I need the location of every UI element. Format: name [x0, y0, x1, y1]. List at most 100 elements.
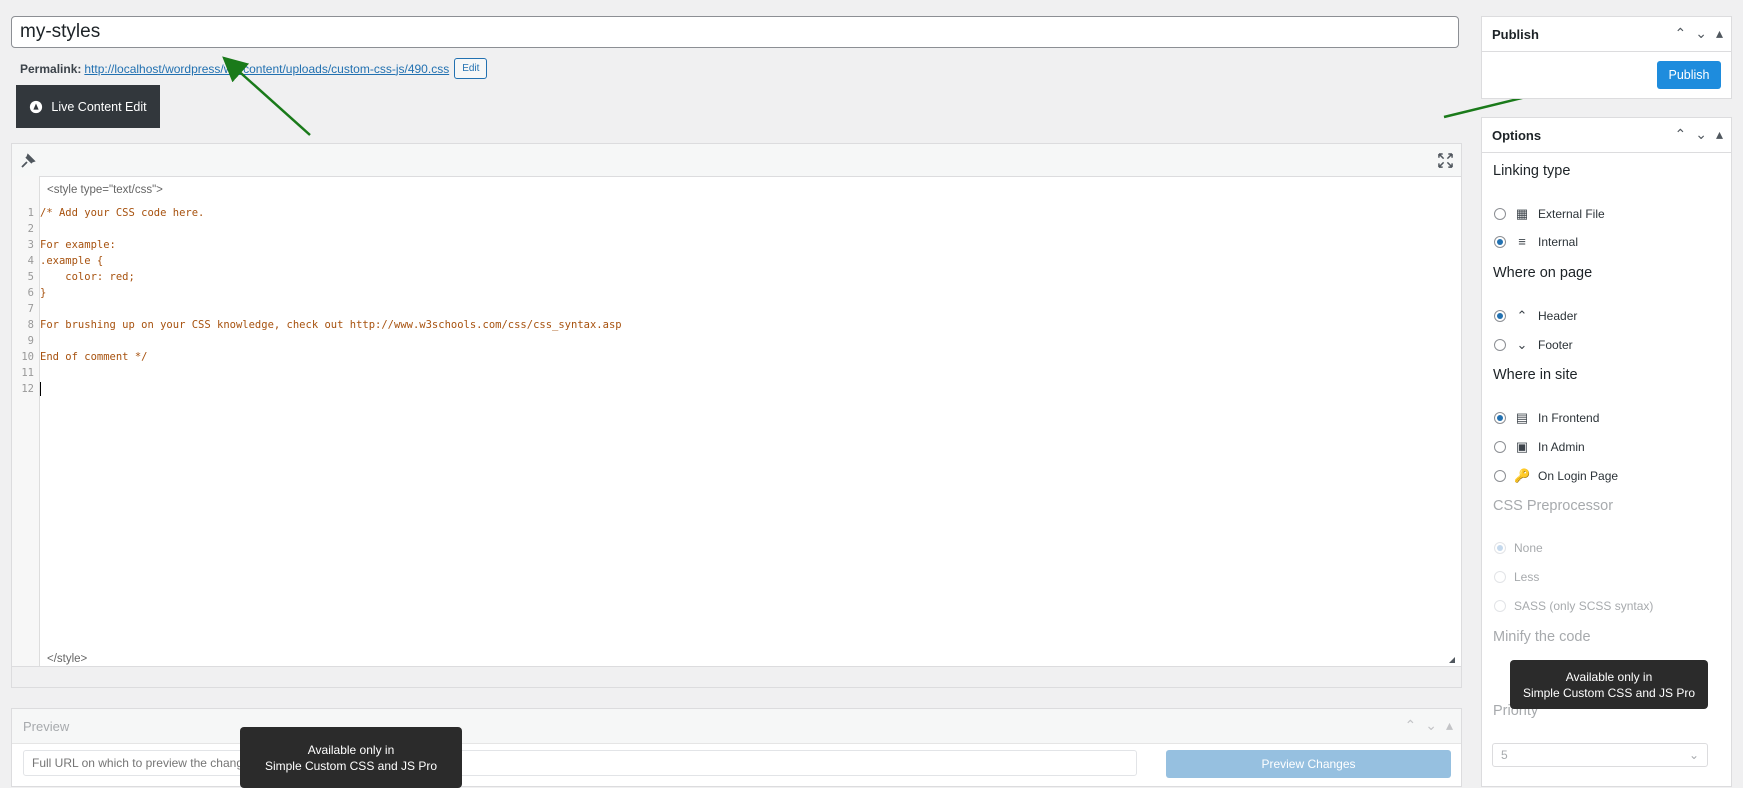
publish-header: Publish ⌃ ⌄ ▴ [1482, 17, 1731, 52]
radio-button[interactable] [1494, 441, 1506, 453]
pro-tooltip-preview: Available only in Simple Custom CSS and … [240, 727, 462, 788]
move-down-icon[interactable]: ⌄ [1695, 25, 1707, 42]
line-number: 7 [27, 303, 34, 315]
code-text: End of comment */ [40, 351, 148, 363]
code-line[interactable]: 8 For brushing up on your CSS knowledge, … [12, 317, 622, 333]
priority-select: 5 ⌄ [1492, 743, 1708, 767]
radio-button[interactable] [1494, 208, 1506, 220]
code-line[interactable]: 12 [12, 381, 41, 397]
move-up-icon[interactable]: ⌃ [1405, 717, 1417, 734]
radio-label: In Admin [1538, 440, 1585, 454]
line-number: 1 [27, 207, 34, 219]
radio-label: In Frontend [1538, 411, 1600, 425]
radio-on-login-page[interactable]: 🔑 On Login Page [1494, 468, 1618, 484]
radio-label: SASS (only SCSS syntax) [1514, 599, 1654, 613]
line-number: 2 [27, 223, 34, 235]
align-left-icon: ≡ [1518, 234, 1526, 249]
css-preprocessor-heading: CSS Preprocessor [1493, 498, 1614, 514]
editor-toolbar [12, 144, 1461, 177]
style-open-tag: <style type="text/css"> [47, 184, 163, 196]
line-number: 12 [21, 383, 34, 395]
priority-value: 5 [1501, 748, 1508, 762]
radio-in-frontend[interactable]: ▤ In Frontend [1494, 410, 1599, 426]
publish-title: Publish [1492, 27, 1539, 42]
line-number: 10 [21, 351, 34, 363]
code-line[interactable]: 4 .example { [12, 253, 104, 269]
radio-button[interactable] [1494, 470, 1506, 482]
layout-icon: ▤ [1515, 410, 1529, 425]
preview-changes-button[interactable]: Preview Changes [1166, 750, 1451, 778]
line-number: 9 [27, 335, 34, 347]
radio-footer[interactable]: ⌄ Footer [1494, 337, 1573, 353]
tooltip-line-1: Available only in [1565, 669, 1653, 684]
options-header: Options ⌃ ⌄ ▴ [1482, 118, 1731, 153]
radio-label: Internal [1538, 234, 1579, 249]
linking-type-heading: Linking type [1493, 163, 1571, 179]
code-area[interactable]: <style type="text/css"> 1 /* Add your CSS… [12, 176, 1461, 667]
radio-preprocessor-less: Less [1494, 570, 1539, 584]
move-down-icon[interactable]: ⌄ [1425, 717, 1437, 734]
code-line[interactable]: 3 For example: [12, 237, 116, 253]
line-number: 3 [27, 239, 34, 251]
radio-button [1494, 600, 1506, 612]
code-line[interactable]: 7 [12, 301, 40, 317]
radio-label: Footer [1538, 338, 1573, 352]
preview-header: Preview ⌃ ⌄ ▴ [12, 709, 1461, 744]
code-line[interactable]: 1 /* Add your CSS code here. [12, 205, 205, 221]
tooltip-line-2: Simple Custom CSS and JS Pro [1522, 685, 1696, 700]
collapse-icon[interactable]: ▴ [1446, 717, 1453, 734]
radio-internal[interactable]: ≡ Internal [1494, 234, 1578, 249]
options-controls: ⌃ ⌄ ▴ [1675, 126, 1724, 143]
code-line[interactable]: 11 [12, 365, 40, 381]
text-cursor [40, 382, 41, 396]
resize-handle-icon[interactable] [1449, 657, 1455, 663]
radio-external-file[interactable]: ▦ External File [1494, 206, 1605, 222]
line-number: 5 [27, 271, 34, 283]
radio-button[interactable] [1494, 310, 1506, 322]
code-line[interactable]: 5 color: red; [12, 269, 135, 285]
collapse-icon[interactable]: ▴ [1716, 126, 1723, 143]
radio-in-admin[interactable]: ▣ In Admin [1494, 439, 1585, 455]
radio-button [1494, 542, 1506, 554]
radio-label: None [1514, 541, 1543, 555]
radio-button[interactable] [1494, 412, 1506, 424]
code-text: For brushing up on your CSS knowledge, c… [40, 319, 622, 331]
radio-header[interactable]: ⌃ Header [1494, 308, 1577, 324]
pin-icon[interactable] [20, 153, 36, 169]
radio-label: External File [1538, 207, 1605, 221]
preview-panel: Preview ⌃ ⌄ ▴ Preview Changes Available … [11, 708, 1462, 788]
where-in-site-heading: Where in site [1493, 367, 1578, 383]
collapse-icon[interactable]: ▴ [1716, 25, 1723, 42]
radio-preprocessor-none: None [1494, 541, 1543, 555]
options-panel: Options ⌃ ⌄ ▴ Linking type ▦ External Fi… [1481, 117, 1732, 787]
line-number: 11 [21, 367, 34, 379]
code-text: /* Add your CSS code here. [40, 207, 205, 219]
code-line[interactable]: 2 [12, 221, 40, 237]
code-line[interactable]: 6} [12, 285, 47, 301]
radio-label: On Login Page [1538, 469, 1619, 483]
fullscreen-icon[interactable] [1438, 153, 1453, 168]
arrow-to-title [222, 56, 311, 136]
chevron-down-icon: ⌄ [1688, 748, 1699, 762]
move-down-icon[interactable]: ⌄ [1695, 126, 1707, 143]
file-code-icon: ▦ [1515, 206, 1529, 221]
pro-tooltip-options: Available only in Simple Custom CSS and … [1510, 660, 1708, 709]
radio-button[interactable] [1494, 339, 1506, 351]
radio-preprocessor-sass: SASS (only SCSS syntax) [1494, 599, 1653, 613]
preview-title: Preview [23, 719, 70, 734]
code-editor[interactable]: <style type="text/css"> 1 /* Add your CSS… [11, 143, 1462, 688]
line-number: 4 [27, 255, 34, 267]
radio-label: Header [1538, 309, 1578, 323]
code-text: color: red; [40, 271, 135, 283]
preview-url-input[interactable] [23, 750, 1137, 776]
publish-button[interactable]: Publish [1657, 61, 1721, 89]
move-up-icon[interactable]: ⌃ [1675, 126, 1687, 143]
code-line[interactable]: 9 [12, 333, 40, 349]
code-line[interactable]: 10 End of comment */ [12, 349, 147, 365]
key-icon: 🔑 [1514, 468, 1531, 483]
move-up-icon[interactable]: ⌃ [1675, 25, 1687, 42]
radio-button[interactable] [1494, 235, 1506, 248]
code-text: For example: [40, 239, 116, 251]
minify-heading: Minify the code [1493, 629, 1591, 645]
chevron-down-icon: ⌄ [1516, 337, 1528, 352]
